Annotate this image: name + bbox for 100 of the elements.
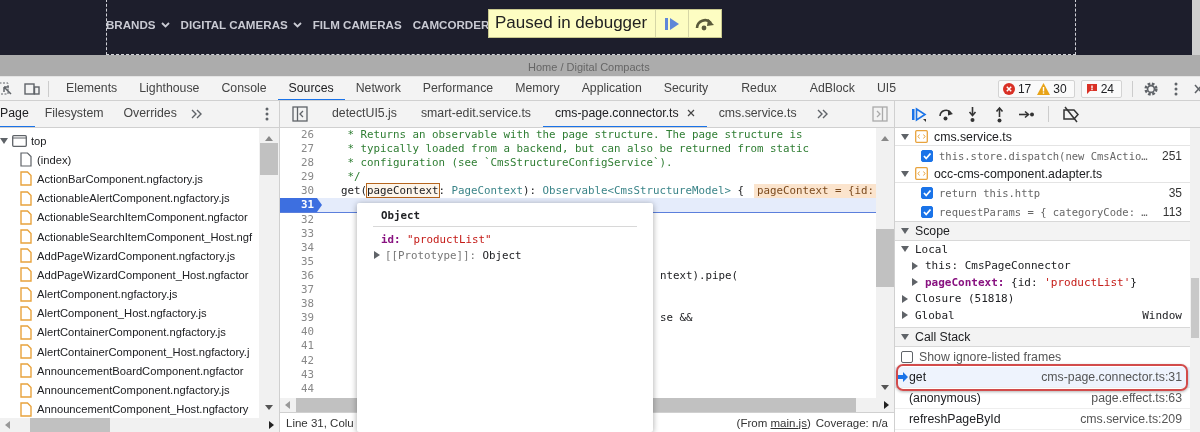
more-options-icon[interactable] [265, 107, 269, 121]
panel-tab[interactable]: Security [652, 77, 731, 100]
inspect-icon[interactable] [0, 81, 12, 96]
device-toolbar-icon[interactable] [24, 81, 40, 96]
tree-item[interactable]: (index) [37, 153, 72, 166]
console-counts-badge[interactable]: 17 30 [997, 79, 1075, 98]
breakpoint-file[interactable]: cms.service.ts [934, 129, 1012, 144]
section-header[interactable]: Scope [915, 224, 950, 238]
tree-item[interactable]: AlertContainerComponent.ngfactory.js [37, 326, 226, 339]
navigator-tab[interactable]: Overrides [113, 101, 187, 127]
source-file-icon [915, 130, 928, 143]
frame-name: get [909, 369, 927, 384]
source-link[interactable]: main.js [770, 416, 807, 429]
line-number: 40 [300, 325, 315, 340]
scroll-thumb[interactable] [30, 418, 110, 432]
tree-item[interactable]: AlertContainerComponent_Host.ngfactory.j [37, 345, 250, 358]
scroll-thumb[interactable] [876, 229, 894, 287]
file-tab[interactable]: cms.service.ts [706, 101, 809, 127]
tree-item[interactable]: AddPageWizardComponent_Host.ngfactor [37, 268, 249, 281]
caret-right-icon[interactable] [373, 251, 381, 259]
tree-item[interactable]: ActionableSearchItemComponent.ngfactor [37, 211, 248, 224]
call-frame[interactable]: get cms-page.connector.ts:31 [895, 366, 1190, 388]
tree-item[interactable]: AnnouncementBoardComponent.ngfactor [37, 364, 244, 377]
caret-right-icon[interactable] [901, 311, 909, 320]
call-frame[interactable]: refreshPageById cms.service.ts:209 [895, 408, 1190, 430]
tree-item[interactable]: ActionBarComponent.ngfactory.js [37, 172, 203, 185]
file-tab[interactable]: cms-page.connector.ts [542, 101, 707, 127]
scroll-left-icon [285, 401, 290, 409]
section-header[interactable]: Call Stack [915, 329, 971, 344]
vertical-scrollbar[interactable] [259, 128, 279, 418]
tree-item[interactable]: ActionableSearchItemComponent_Host.ngf [37, 230, 253, 243]
panel-tab[interactable]: AdBlock [798, 77, 866, 100]
scope-group[interactable]: Local [915, 242, 949, 256]
tree-item[interactable]: AddPageWizardComponent.ngfactory.js [37, 249, 236, 262]
caret-down-icon[interactable] [901, 169, 909, 178]
nav-menu-item[interactable]: CAMCORDER [412, 18, 490, 31]
file-icon [20, 324, 32, 340]
line-number: 33 [300, 226, 315, 241]
checkbox[interactable] [901, 350, 913, 363]
resume-icon[interactable] [910, 105, 927, 123]
vertical-scrollbar[interactable] [876, 128, 894, 398]
tree-item[interactable]: AlertComponent_Host.ngfactory.js [37, 307, 207, 320]
scroll-thumb[interactable] [260, 143, 278, 175]
caret-down-icon[interactable] [901, 332, 909, 341]
panel-tab[interactable]: Performance [411, 77, 505, 100]
panel-tab[interactable]: Memory [504, 77, 571, 100]
scope-group[interactable]: Closure (51818) [915, 292, 1015, 306]
deactivate-breakpoints-icon[interactable] [1061, 105, 1080, 123]
debugger-toggle-icon[interactable] [872, 106, 888, 122]
navigator-tab[interactable]: Filesystem [34, 101, 114, 127]
panel-tab[interactable]: Console [210, 77, 278, 100]
tree-item[interactable]: AnnouncementComponent.ngfactory.js [37, 384, 230, 397]
call-frame[interactable]: (anonymous) page.effect.ts:63 [895, 387, 1190, 409]
code-line: * typically loaded from a backend, but can also be returned from static [346, 142, 810, 157]
settings-icon[interactable] [1143, 80, 1159, 97]
panel-tab[interactable]: Application [570, 77, 653, 100]
scroll-thumb[interactable] [1191, 278, 1199, 338]
checkbox[interactable] [921, 186, 933, 199]
close-icon[interactable] [686, 109, 695, 117]
checkbox[interactable] [921, 205, 933, 218]
tree-item[interactable]: top [31, 134, 47, 147]
file-tab[interactable]: detectUI5.js [320, 101, 409, 127]
file-icon [20, 229, 32, 245]
file-tab[interactable]: smart-edit.service.ts [408, 101, 543, 127]
sidebar-toggle-icon[interactable] [292, 106, 308, 122]
navigator-tab[interactable]: Page [0, 101, 35, 127]
nav-menu-item[interactable]: BRANDS [106, 18, 170, 31]
caret-down-icon[interactable] [901, 132, 909, 141]
panel-tab[interactable]: Elements [55, 77, 129, 100]
horizontal-scrollbar[interactable] [0, 418, 279, 432]
tree-item[interactable]: AnnouncementComponent_Host.ngfactory [37, 403, 249, 416]
file-icon [20, 286, 32, 302]
caret-down-icon[interactable] [901, 245, 909, 254]
caret-down-icon[interactable] [0, 136, 8, 145]
panel-tab[interactable]: UI5 [865, 77, 908, 100]
coverage-text: Coverage: n/a [815, 416, 888, 429]
scroll-right-icon [884, 401, 889, 409]
checkbox-label[interactable]: Show ignore-listed frames [919, 349, 1062, 364]
nav-menu-item[interactable]: FILM CAMERAS [312, 18, 402, 31]
more-options-icon[interactable] [1174, 81, 1178, 96]
close-icon[interactable] [1194, 82, 1200, 95]
line-number: 27 [300, 142, 315, 157]
tree-item[interactable]: ActionableAlertComponent.ngfactory.js [37, 192, 230, 205]
panel-tab[interactable]: Network [344, 77, 412, 100]
more-tabs-icon[interactable] [190, 109, 203, 119]
issues-badge[interactable]: 24 [1080, 79, 1122, 98]
breakpoint-file[interactable]: occ-cms-component.adapter.ts [934, 166, 1103, 181]
more-tabs-icon[interactable] [816, 109, 829, 119]
source-file-icon [915, 167, 928, 180]
caret-down-icon[interactable] [901, 227, 909, 235]
code-line: get(pageContext: PageContext): Observable<CmsStructureModel> { [340, 184, 745, 199]
nav-menu-item[interactable]: DIGITAL CAMERAS [180, 18, 302, 31]
caret-right-icon[interactable] [901, 294, 909, 303]
panel-tab[interactable]: Redux [730, 77, 799, 100]
scope-group[interactable]: Global [915, 308, 955, 322]
scrollbar [1192, 0, 1200, 55]
line-number: 42 [300, 353, 315, 368]
tree-item[interactable]: AlertComponent.ngfactory.js [37, 288, 178, 301]
panel-tab[interactable]: Lighthouse [128, 77, 211, 100]
checkbox[interactable] [921, 149, 933, 162]
